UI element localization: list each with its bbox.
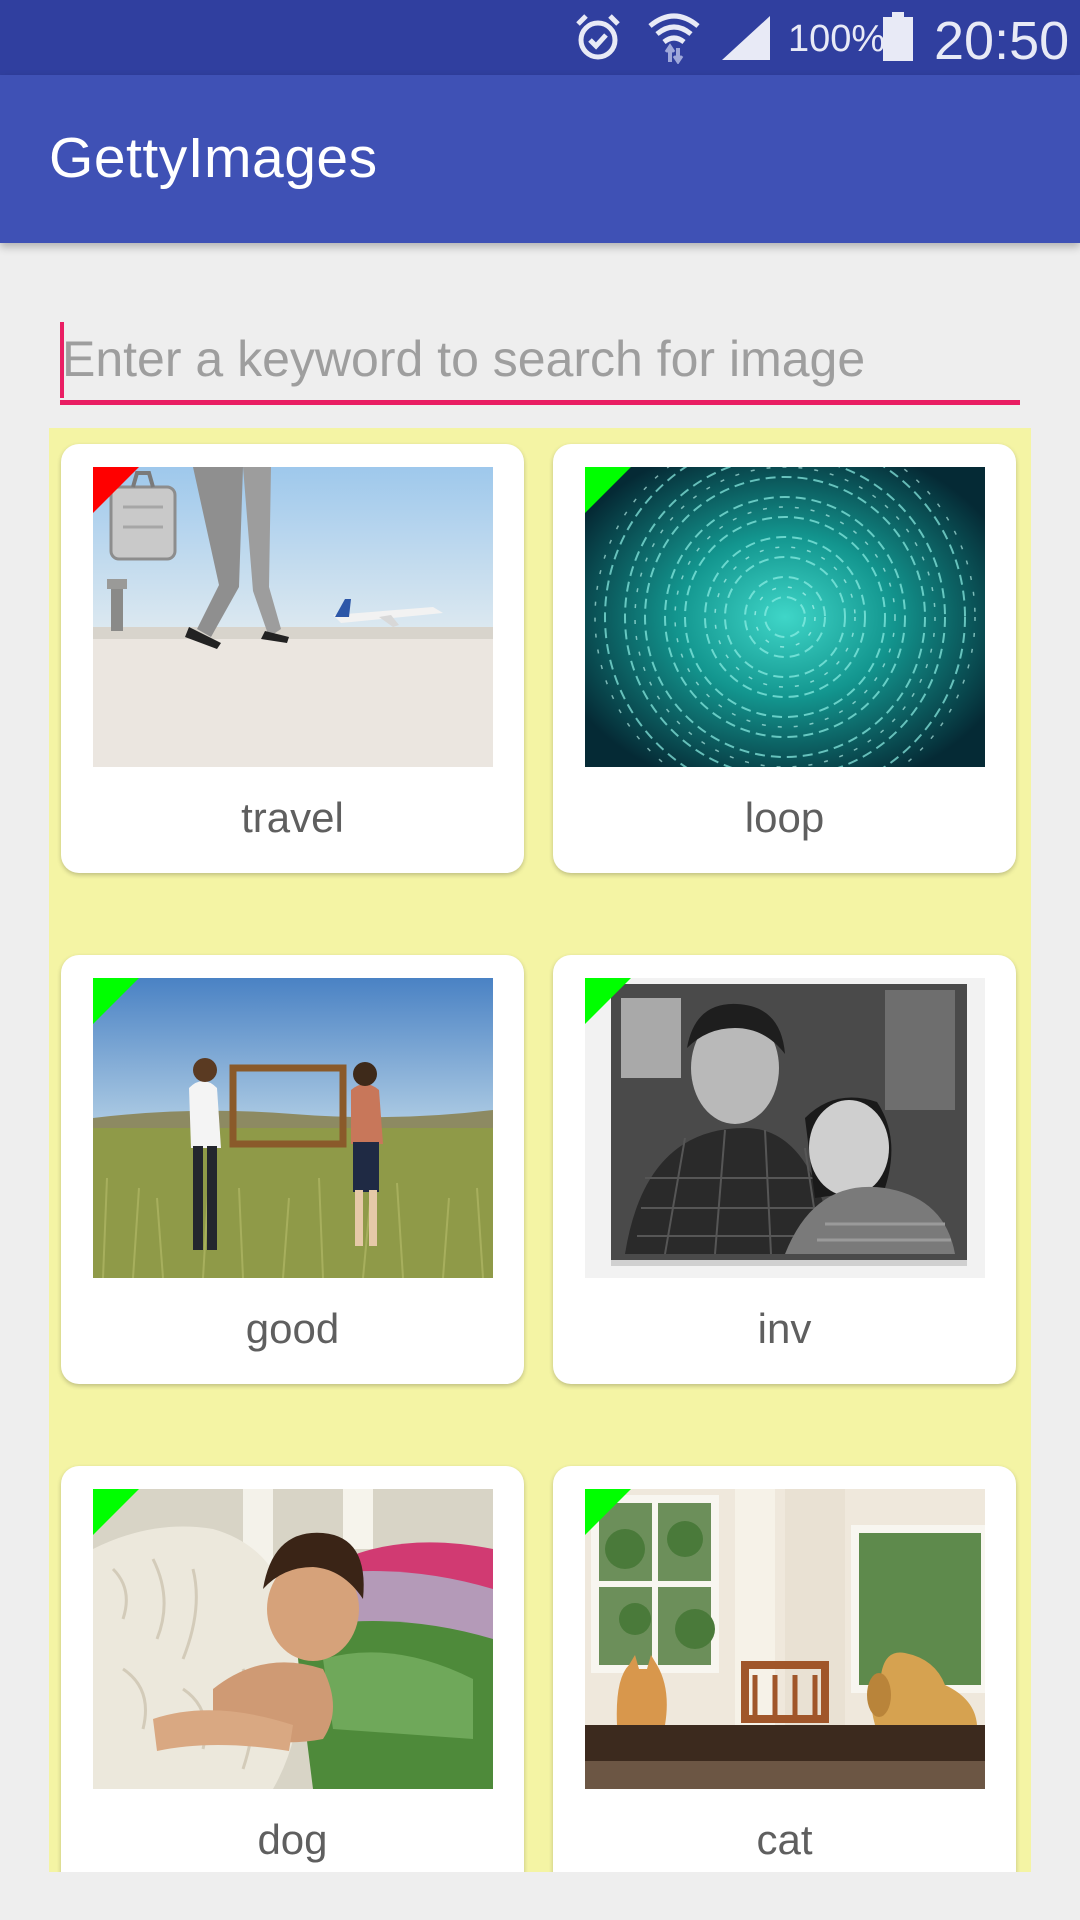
search-field[interactable] bbox=[60, 316, 1020, 406]
image-thumbnail bbox=[585, 467, 985, 767]
image-grid[interactable]: travel loop good inv dog cat bbox=[49, 428, 1031, 1872]
image-label: loop bbox=[744, 794, 825, 841]
status-flag-red bbox=[93, 467, 139, 513]
status-flag-green bbox=[93, 978, 139, 1024]
bottom-spacer bbox=[0, 1872, 1080, 1920]
image-card-inv[interactable]: inv bbox=[553, 955, 1016, 1384]
battery-percentage: 100% bbox=[788, 18, 886, 60]
search-underline bbox=[60, 400, 1020, 405]
image-thumbnail bbox=[93, 467, 493, 767]
image-card-good[interactable]: good bbox=[61, 955, 524, 1384]
image-label: good bbox=[245, 1305, 340, 1352]
signal-icon bbox=[720, 14, 772, 67]
text-cursor bbox=[60, 322, 64, 398]
image-card-travel[interactable]: travel bbox=[61, 444, 524, 873]
image-label: dog bbox=[257, 1816, 328, 1863]
status-flag-green bbox=[585, 1489, 631, 1535]
search-input[interactable] bbox=[60, 316, 1020, 402]
status-flag-green bbox=[585, 978, 631, 1024]
image-label: inv bbox=[757, 1305, 812, 1352]
image-thumbnail bbox=[585, 978, 985, 1278]
status-flag-green bbox=[585, 467, 631, 513]
image-card-cat[interactable]: cat bbox=[553, 1466, 1016, 1872]
image-thumbnail bbox=[93, 978, 493, 1278]
battery-icon bbox=[882, 12, 914, 67]
image-thumbnail bbox=[585, 1489, 985, 1789]
wifi-icon bbox=[646, 8, 702, 69]
image-label: cat bbox=[756, 1816, 813, 1863]
image-card-loop[interactable]: loop bbox=[553, 444, 1016, 873]
image-label: travel bbox=[241, 794, 344, 841]
clock: 20:50 bbox=[934, 11, 1070, 71]
alarm-icon bbox=[574, 12, 622, 67]
image-thumbnail bbox=[93, 1489, 493, 1789]
app-title: GettyImages bbox=[49, 126, 378, 190]
app-bar: GettyImages bbox=[0, 75, 1080, 243]
status-flag-green bbox=[93, 1489, 139, 1535]
image-card-dog[interactable]: dog bbox=[61, 1466, 524, 1872]
status-bar: 100% 20:50 bbox=[0, 0, 1080, 75]
